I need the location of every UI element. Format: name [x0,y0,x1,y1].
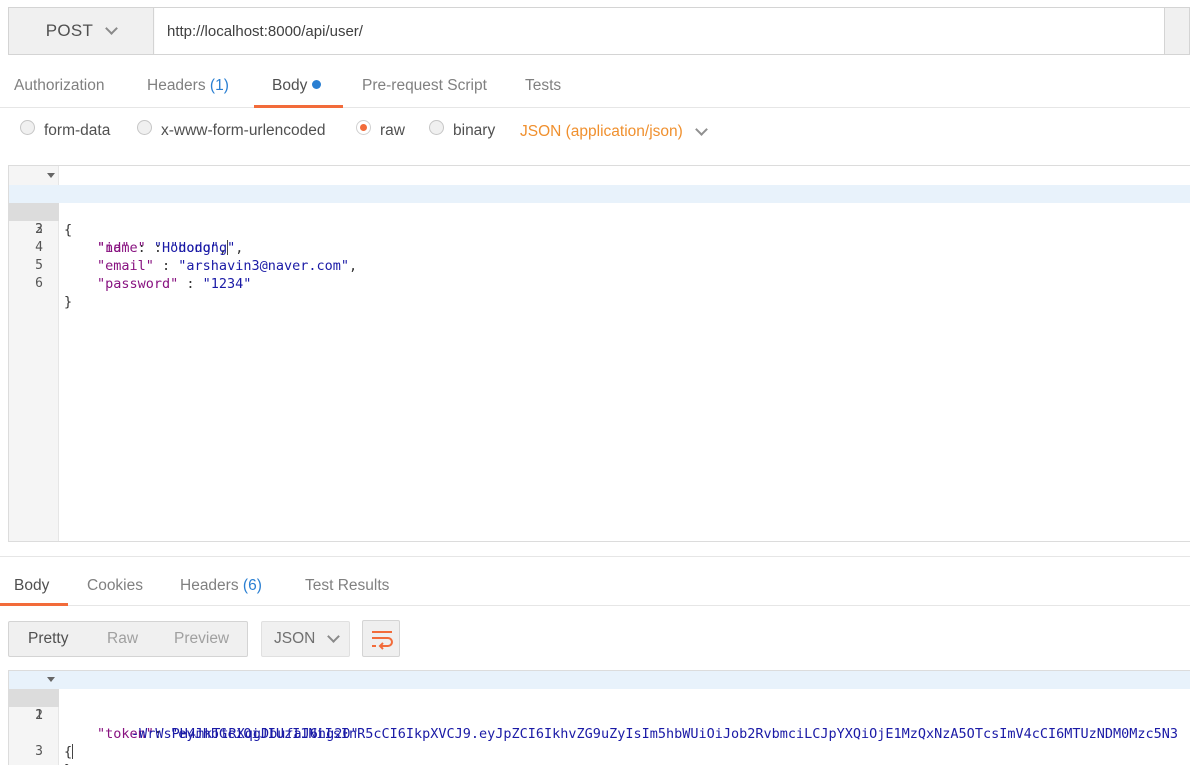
headers-count-badge: (1) [209,77,229,94]
tab-response-headers[interactable]: Headers (6) [180,557,262,606]
code-line-active: 2 "id" : "Hodong", [9,185,1190,256]
headers-count-badge: (6) [242,577,262,594]
wrap-lines-icon [372,631,393,650]
code-text: { [64,744,74,760]
fold-arrow-icon[interactable] [47,173,55,178]
url-bar: POST http://localhost:8000/api/user/ [8,7,1190,55]
radio-circle-icon [429,119,444,135]
url-input[interactable]: http://localhost:8000/api/user/ [155,8,1164,54]
tab-label: Headers [147,77,206,94]
modified-dot-icon [312,80,322,89]
tab-cookies[interactable]: Cookies [87,557,143,606]
code-line: 1 { [9,167,1190,238]
tab-label: Test Results [305,577,390,594]
radio-label: binary [453,122,496,139]
format-label: JSON [274,630,316,647]
response-body-viewer[interactable]: 1 { 2 "token": "eyJhbGciOiJIUzI1NiIsInR5… [8,670,1190,765]
request-body-editor[interactable]: 1 { 2 "id" : "Hodong", 3 "name" : "hodon… [8,165,1190,542]
method-label: POST [45,21,94,40]
tab-headers[interactable]: Headers (1) [147,68,229,108]
raw-button[interactable]: Raw [107,622,138,656]
code-line-wrapped: -WrWsPH4mkTtRXqgDbufaJ6hg20" [9,707,1190,742]
method-dropdown[interactable]: POST [9,8,154,54]
response-format-dropdown[interactable]: JSON [261,621,350,657]
radio-label: raw [380,122,405,139]
radio-selected-icon [356,119,371,135]
request-tabs: Authorization Headers (1) Body Pre-reque… [0,68,1190,108]
code-line: 5 "password" : "1234" [9,239,1190,292]
chevron-down-icon [327,630,341,643]
radio-circle-icon [20,119,35,135]
radio-label: form-data [44,122,111,139]
chevron-down-icon [105,22,119,35]
code-line-active: 1 { [9,671,1190,760]
tab-test-results[interactable]: Test Results [305,557,389,606]
line-number: 3 [35,744,43,759]
wrap-lines-button[interactable] [362,620,400,657]
radio-form-data[interactable]: form-data [20,119,111,140]
radio-raw[interactable]: raw [356,119,405,140]
code-line: 3 } [9,725,1190,765]
view-mode-selector: Pretty Raw Preview [8,621,248,657]
line-number: 6 [35,276,43,291]
code-line: 6 } [9,257,1190,310]
tab-tests[interactable]: Tests [525,68,561,108]
tab-label: Tests [525,77,562,94]
radio-binary[interactable]: binary [429,119,496,140]
tab-label: Body [14,577,50,594]
tab-label: Body [272,77,308,94]
tab-label: Pre-request Script [362,77,487,94]
radio-urlencoded[interactable]: x-www-form-urlencoded [137,119,326,140]
fold-arrow-icon[interactable] [47,677,55,682]
preview-button[interactable]: Preview [174,622,229,656]
code-line: 4 "email" : "arshavin3@naver.com", [9,221,1190,274]
chevron-down-icon [694,123,708,136]
content-type-dropdown[interactable]: JSON (application/json) [520,123,708,141]
body-type-selector: form-data x-www-form-urlencoded raw bina… [0,118,1190,148]
code-line: 2 "token": "eyJhbGciOiJIUzI1NiIsInR5cCI6… [9,689,1190,742]
tab-pre-request-script[interactable]: Pre-request Script [362,68,487,108]
code-line: 3 "name" : "hodong", [9,203,1190,256]
content-type-label: JSON (application/json) [520,123,683,140]
text-caret [72,744,74,759]
tab-label: Headers [180,577,239,594]
radio-label: x-www-form-urlencoded [161,122,326,139]
code-text: } [64,294,73,310]
response-tabs: Body Cookies Headers (6) Test Results [0,556,1190,606]
tab-authorization[interactable]: Authorization [14,68,104,108]
tab-body[interactable]: Body [254,68,343,108]
tab-response-body[interactable]: Body [0,557,68,606]
url-bar-end [1164,8,1189,54]
radio-circle-icon [137,119,152,135]
tab-label: Cookies [87,577,143,594]
pretty-button[interactable]: Pretty [28,622,68,656]
code-text: "password" : "1234" [97,276,252,292]
code-text: } [64,761,72,765]
tab-label: Authorization [14,77,105,94]
